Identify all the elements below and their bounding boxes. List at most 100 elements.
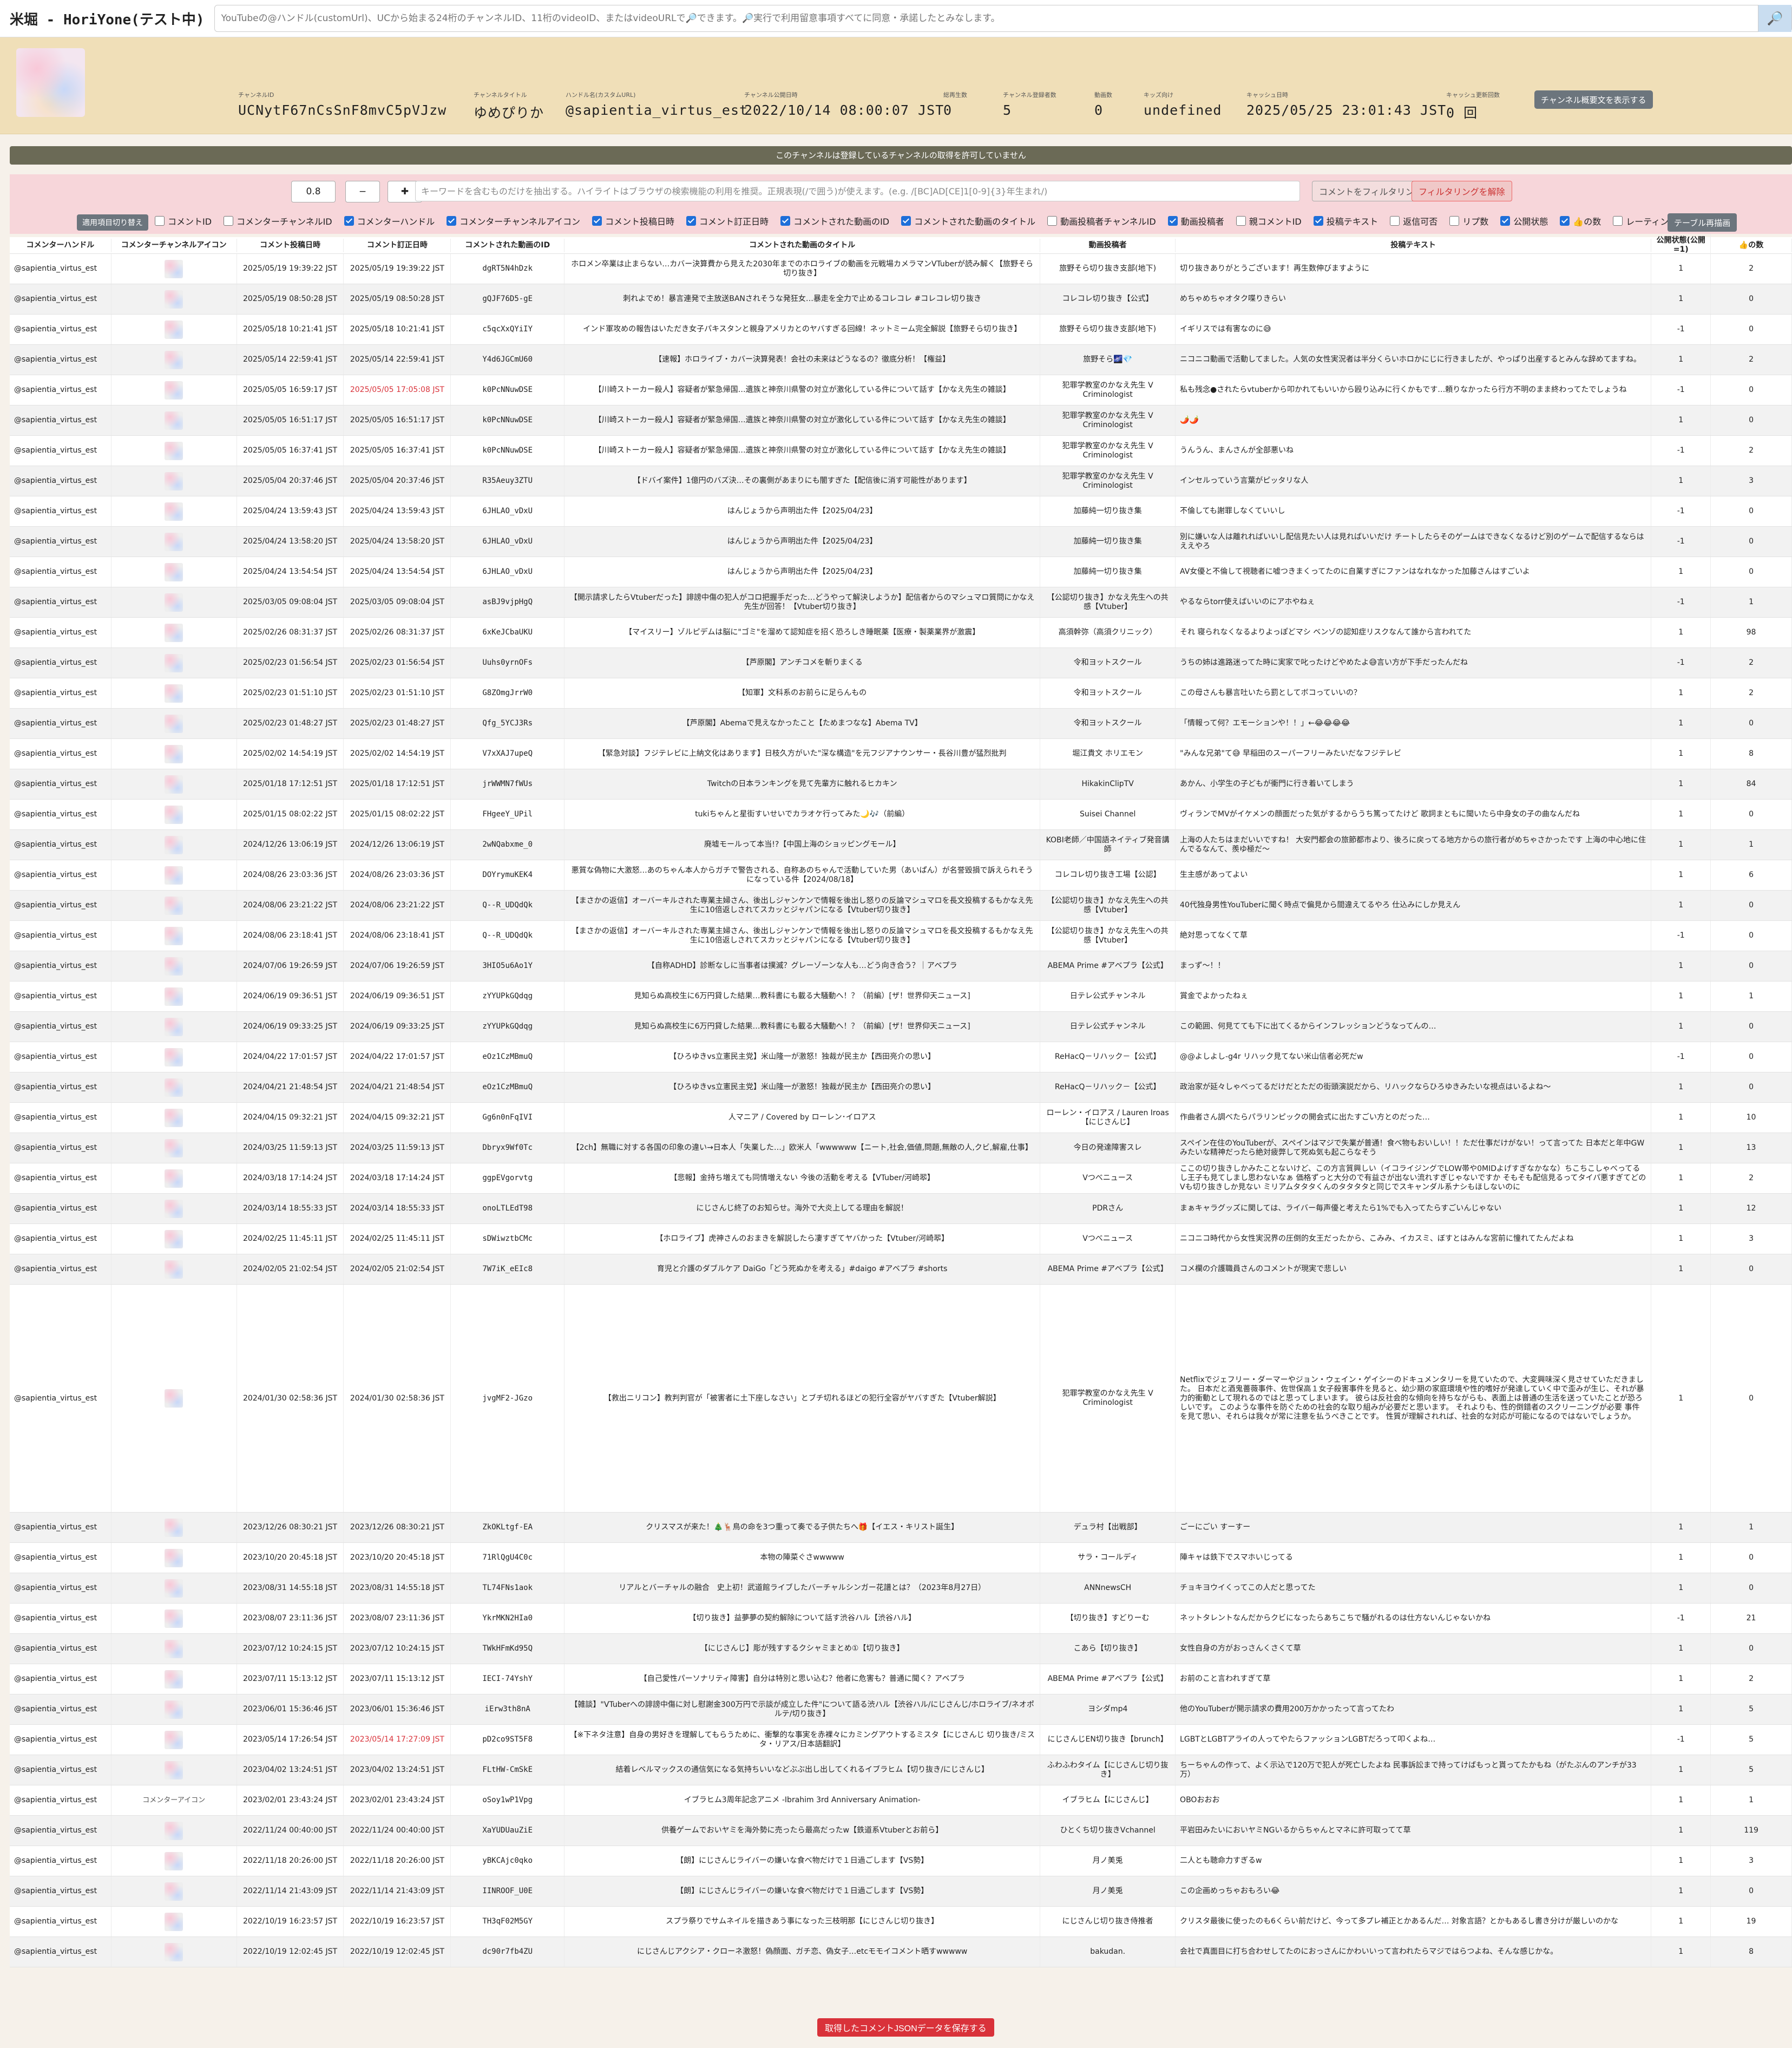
checkbox-icon[interactable] xyxy=(224,216,234,226)
column-checkbox[interactable]: コメンターチャンネルID xyxy=(224,214,332,227)
edited-date: 2023/08/07 23:11:36 JST xyxy=(344,1604,451,1633)
checkbox-icon[interactable] xyxy=(1390,216,1400,226)
toggle-columns-button[interactable]: 適用項目切り替え xyxy=(77,214,148,231)
video-author: 高須幹弥（高須クリニック） xyxy=(1040,618,1176,647)
table-row: @sapientia_virtus_est 2025/05/05 16:59:17… xyxy=(10,375,1792,405)
table-row: @sapientia_virtus_est 2024/04/21 21:48:54… xyxy=(10,1072,1792,1103)
column-header[interactable]: コメント投稿日時 xyxy=(237,238,344,252)
commenter-icon-cell xyxy=(111,1543,237,1573)
column-checkbox[interactable]: コメントされた動画のID xyxy=(780,214,889,227)
checkbox-icon[interactable] xyxy=(1236,216,1246,226)
like-count: 0 xyxy=(1711,1634,1792,1664)
checkbox-icon[interactable] xyxy=(901,216,911,226)
checkbox-icon[interactable] xyxy=(1613,216,1623,226)
column-header[interactable]: コメントされた動画のID xyxy=(451,238,565,252)
column-checkbox[interactable]: コメントされた動画のタイトル xyxy=(901,214,1035,227)
posted-date: 2024/02/25 11:45:11 JST xyxy=(237,1224,344,1254)
public-status: 1 xyxy=(1651,1163,1711,1193)
checkbox-icon[interactable] xyxy=(780,216,791,226)
column-checkbox[interactable]: コメントID xyxy=(155,214,212,227)
checkbox-icon[interactable] xyxy=(1313,216,1323,226)
commenter-icon-cell xyxy=(111,618,237,647)
checkbox-icon[interactable] xyxy=(686,216,697,226)
redraw-table-button[interactable]: テーブル再描画 xyxy=(1668,213,1737,232)
video-author: 旅野そら切り抜き支部(地下) xyxy=(1040,315,1176,344)
checkbox-icon[interactable] xyxy=(1449,216,1460,226)
checkbox-label: コメントされた動画のID xyxy=(793,217,890,227)
column-checkbox[interactable]: 公開状態 xyxy=(1500,214,1548,227)
table-row: @sapientia_virtus_est 2024/04/22 17:01:57… xyxy=(10,1042,1792,1072)
video-author: 犯罪学教室のかなえ先生 V Criminologist xyxy=(1040,1285,1176,1512)
column-header[interactable]: コメンターチャンネルアイコン xyxy=(111,238,237,252)
edited-date: 2025/04/24 13:58:20 JST xyxy=(344,527,451,557)
video-id: asBJ9vjpHgQ xyxy=(451,587,565,617)
commenter-icon-cell xyxy=(111,1816,237,1846)
commenter-avatar xyxy=(165,502,183,521)
checkbox-icon[interactable] xyxy=(447,216,457,226)
video-author: ABEMA Prime #アベプラ【公式】 xyxy=(1040,1254,1176,1284)
checkbox-icon[interactable] xyxy=(592,216,602,226)
column-header[interactable]: 動画投稿者 xyxy=(1040,238,1176,252)
table-row: @sapientia_virtus_est 2024/08/06 23:21:22… xyxy=(10,891,1792,921)
column-checkbox[interactable]: 返信可否 xyxy=(1390,214,1437,227)
checkbox-icon[interactable] xyxy=(1047,216,1058,226)
column-checkbox[interactable]: 動画投稿者チャンネルID xyxy=(1047,214,1156,227)
column-checkbox[interactable]: コメンターハンドル xyxy=(344,214,435,227)
checkbox-icon[interactable] xyxy=(1560,216,1570,226)
column-checkbox[interactable]: リプ数 xyxy=(1449,214,1488,227)
column-header[interactable]: コメンターハンドル xyxy=(10,238,111,252)
video-id: gQJF76D5-gE xyxy=(451,284,565,314)
save-json-button[interactable]: 取得したコメントJSONデータを保存する xyxy=(817,2018,994,2037)
column-header[interactable]: 投稿テキスト xyxy=(1176,238,1652,252)
table-row: @sapientia_virtus_est 2023/12/26 08:30:21… xyxy=(10,1513,1792,1543)
like-count: 2 xyxy=(1711,254,1792,284)
channel-stat: キャッシュ更新回数 0 回 xyxy=(1446,90,1500,122)
column-header[interactable]: 公開状態(公開=1) xyxy=(1651,234,1711,257)
checkbox-icon[interactable] xyxy=(155,216,165,226)
comment-text: 政治家が延々しゃべってるだけだとただの街頭演説だから、リハックならひろゆきみたい… xyxy=(1176,1072,1652,1102)
minus-button[interactable]: − xyxy=(345,181,380,202)
commenter-icon-cell xyxy=(111,1194,237,1223)
commenter-icon-cell xyxy=(111,709,237,738)
public-status: 1 xyxy=(1651,1694,1711,1724)
commenter-handle: @sapientia_virtus_est xyxy=(10,1285,111,1512)
commenter-avatar xyxy=(165,562,183,581)
public-status: 1 xyxy=(1651,860,1711,890)
checkbox-icon[interactable] xyxy=(1500,216,1511,226)
commenter-avatar xyxy=(165,1639,183,1658)
like-count: 2 xyxy=(1711,678,1792,708)
video-author: ひとくち切り抜きVchannel xyxy=(1040,1816,1176,1846)
column-checkbox[interactable]: コメンターチャンネルアイコン xyxy=(447,214,580,227)
commenter-icon-cell xyxy=(111,375,237,405)
edited-date: 2023/06/01 15:36:46 JST xyxy=(344,1694,451,1724)
keyword-filter-input[interactable]: キーワードを含むものだけを抽出する。ハイライトはブラウザの検索機能の利用を推奨。… xyxy=(415,181,1300,201)
clear-filter-button[interactable]: フィルタリングを解除 xyxy=(1412,181,1512,201)
commenter-icon-cell xyxy=(111,648,237,678)
column-header[interactable]: 👍の数 xyxy=(1711,238,1792,252)
column-header[interactable]: コメントされた動画のタイトル xyxy=(564,238,1041,252)
search-input[interactable] xyxy=(214,6,1758,30)
app-title: 米堀 - HoriYone(テスト中) xyxy=(10,11,205,28)
commenter-avatar xyxy=(165,1199,183,1218)
show-description-button[interactable]: チャンネル概要文を表示する xyxy=(1534,90,1653,109)
posted-date: 2024/07/06 19:26:59 JST xyxy=(237,951,344,981)
posted-date: 2025/03/05 09:08:04 JST xyxy=(237,587,344,617)
column-checkbox[interactable]: 👍の数 xyxy=(1560,214,1601,227)
checkbox-icon[interactable] xyxy=(344,216,354,226)
commenter-avatar xyxy=(165,1700,183,1719)
checkbox-icon[interactable] xyxy=(1167,216,1178,226)
commenter-icon-cell xyxy=(111,1133,237,1163)
table-row: @sapientia_virtus_est 2025/02/23 01:48:27… xyxy=(10,709,1792,739)
column-checkbox[interactable]: 投稿テキスト xyxy=(1313,214,1378,227)
edited-date: 2024/06/19 09:36:51 JST xyxy=(344,982,451,1011)
commenter-icon-cell xyxy=(111,1012,237,1042)
column-checkbox[interactable]: 親コメントID xyxy=(1236,214,1302,227)
column-header[interactable]: コメント訂正日時 xyxy=(344,238,451,252)
column-checkbox[interactable]: コメント訂正日時 xyxy=(686,214,769,227)
channel-stat: チャンネルID UCNytF67nCsSnF8mvC5pVJzw xyxy=(238,90,447,118)
column-checkbox[interactable]: コメント投稿日時 xyxy=(592,214,674,227)
opacity-input[interactable]: 0.8 xyxy=(291,181,336,202)
search-button[interactable]: 🔎 xyxy=(1758,5,1791,32)
comment-text: AV女優と不倫して視聴者に嘘つきまくってたのに自業すぎにファンはなれなかった加藤… xyxy=(1176,557,1652,587)
column-checkbox[interactable]: 動画投稿者 xyxy=(1167,214,1224,227)
